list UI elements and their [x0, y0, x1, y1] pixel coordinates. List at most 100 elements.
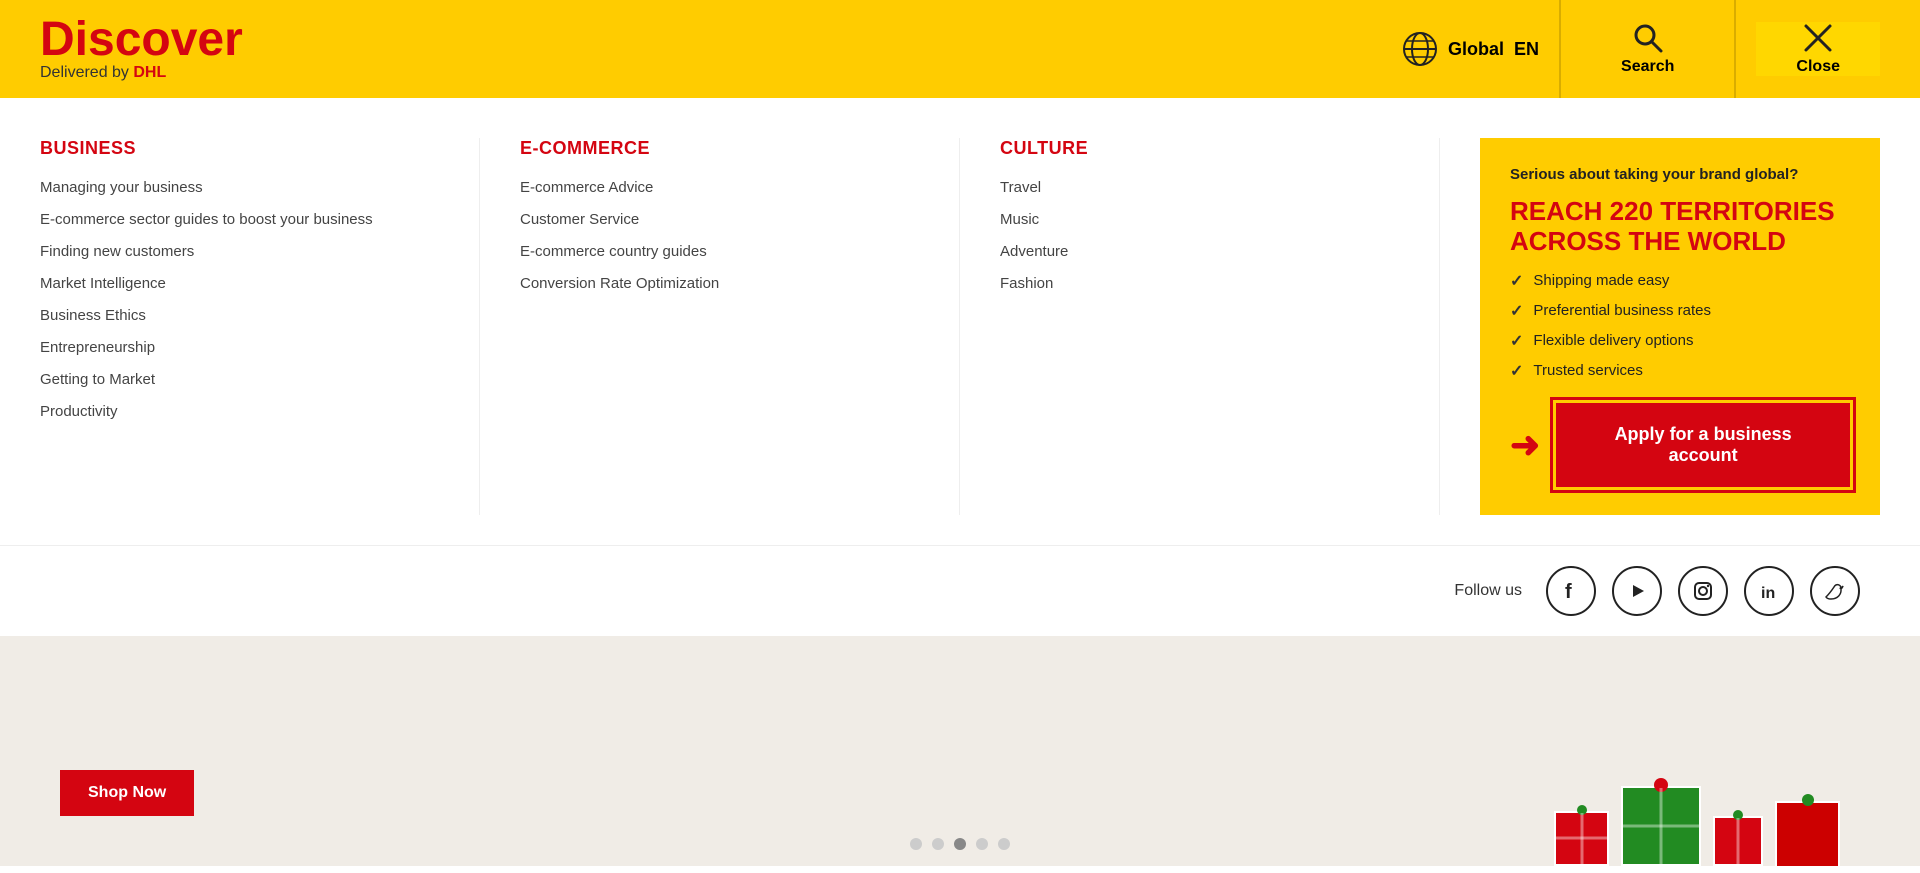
culture-list: Travel Music Adventure Fashion	[1000, 179, 1399, 293]
slider-dot[interactable]	[910, 838, 922, 850]
gift-box-medium	[1775, 801, 1840, 866]
nav-link[interactable]: Fashion	[1000, 275, 1053, 292]
nav-link[interactable]: Adventure	[1000, 243, 1068, 260]
youtube-icon[interactable]	[1612, 566, 1662, 616]
header: Discover Delivered by DHL Global EN Sear…	[0, 0, 1920, 98]
nav-column-ecommerce: E-COMMERCE E-commerce Advice Customer Se…	[480, 138, 960, 515]
promo-checklist: ✓ Shipping made easy ✓ Preferential busi…	[1510, 271, 1850, 381]
list-item[interactable]: Productivity	[40, 403, 439, 421]
logo-delivered: Delivered by DHL	[40, 64, 243, 82]
follow-us-label: Follow us	[1454, 582, 1522, 600]
instagram-icon[interactable]	[1678, 566, 1728, 616]
check-icon: ✓	[1510, 271, 1523, 291]
search-label: Search	[1621, 58, 1674, 76]
dropdown-menu: BUSINESS Managing your business E-commer…	[0, 98, 1920, 546]
nav-link[interactable]: Music	[1000, 211, 1039, 228]
nav-column-culture: CULTURE Travel Music Adventure Fashion	[960, 138, 1440, 515]
check-icon: ✓	[1510, 361, 1523, 381]
promo-cta-row: ➜ Apply for a business account	[1510, 403, 1850, 487]
nav-link[interactable]: Finding new customers	[40, 243, 194, 260]
hero-section: Shop Now	[0, 636, 1920, 866]
nav-link[interactable]: Market Intelligence	[40, 275, 166, 292]
nav-link[interactable]: Managing your business	[40, 179, 203, 196]
gift-box	[1554, 811, 1609, 866]
hero-cta-button[interactable]: Shop Now	[60, 770, 194, 816]
header-divider-2	[1734, 0, 1736, 98]
check-icon: ✓	[1510, 301, 1523, 321]
gift-box-large	[1621, 786, 1701, 866]
nav-link[interactable]: Customer Service	[520, 211, 639, 228]
nav-link[interactable]: E-commerce country guides	[520, 243, 707, 260]
language-selector[interactable]: Global EN	[1402, 31, 1539, 67]
slider-dot[interactable]	[932, 838, 944, 850]
twitter-icon[interactable]	[1810, 566, 1860, 616]
checklist-label: Shipping made easy	[1533, 272, 1669, 289]
checklist-label: Flexible delivery options	[1533, 332, 1693, 349]
checklist-item: ✓ Trusted services	[1510, 361, 1850, 381]
slider-dots	[910, 838, 1010, 850]
slider-dot-active[interactable]	[954, 838, 966, 850]
list-item[interactable]: Conversion Rate Optimization	[520, 275, 919, 293]
nav-link[interactable]: Productivity	[40, 403, 118, 420]
ecommerce-list: E-commerce Advice Customer Service E-com…	[520, 179, 919, 293]
checklist-label: Trusted services	[1533, 362, 1642, 379]
nav-link[interactable]: Business Ethics	[40, 307, 146, 324]
list-item[interactable]: Music	[1000, 211, 1399, 229]
check-icon: ✓	[1510, 331, 1523, 351]
nav-link[interactable]: E-commerce Advice	[520, 179, 653, 196]
globe-icon	[1402, 31, 1438, 67]
list-item[interactable]: Market Intelligence	[40, 275, 439, 293]
checklist-item: ✓ Preferential business rates	[1510, 301, 1850, 321]
list-item[interactable]: Managing your business	[40, 179, 439, 197]
search-section[interactable]: Search	[1581, 22, 1714, 76]
close-section[interactable]: Close	[1756, 22, 1880, 76]
list-item[interactable]: E-commerce Advice	[520, 179, 919, 197]
promo-panel: Serious about taking your brand global? …	[1480, 138, 1880, 515]
checklist-item: ✓ Flexible delivery options	[1510, 331, 1850, 351]
header-divider	[1559, 0, 1561, 98]
list-item[interactable]: Adventure	[1000, 243, 1399, 261]
search-icon	[1632, 22, 1664, 54]
list-item[interactable]: Business Ethics	[40, 307, 439, 325]
business-list: Managing your business E-commerce sector…	[40, 179, 439, 421]
close-icon	[1802, 22, 1834, 54]
nav-link[interactable]: Conversion Rate Optimization	[520, 275, 719, 292]
list-item[interactable]: Travel	[1000, 179, 1399, 197]
list-item[interactable]: Entrepreneurship	[40, 339, 439, 357]
list-item[interactable]: E-commerce country guides	[520, 243, 919, 261]
list-item[interactable]: Fashion	[1000, 275, 1399, 293]
logo[interactable]: Discover Delivered by DHL	[40, 16, 243, 82]
checklist-label: Preferential business rates	[1533, 302, 1711, 319]
facebook-icon[interactable]: f	[1546, 566, 1596, 616]
svg-text:in: in	[1761, 585, 1775, 602]
list-item[interactable]: Finding new customers	[40, 243, 439, 261]
global-label: Global	[1448, 39, 1504, 60]
promo-serious: Serious about taking your brand global?	[1510, 166, 1850, 183]
close-label: Close	[1796, 58, 1840, 76]
header-right: Global EN Search Close	[1402, 0, 1880, 98]
gift-boxes	[1554, 786, 1840, 866]
nav-column-business: BUSINESS Managing your business E-commer…	[40, 138, 480, 515]
logo-discover: Discover	[40, 16, 243, 64]
list-item[interactable]: E-commerce sector guides to boost your b…	[40, 211, 439, 229]
promo-headline: REACH 220 TERRITORIESACROSS THE WORLD	[1510, 197, 1850, 257]
slider-dot[interactable]	[998, 838, 1010, 850]
nav-link[interactable]: Travel	[1000, 179, 1041, 196]
svg-text:f: f	[1565, 581, 1572, 602]
business-title: BUSINESS	[40, 138, 439, 159]
culture-title: CULTURE	[1000, 138, 1399, 159]
list-item[interactable]: Customer Service	[520, 211, 919, 229]
nav-link[interactable]: Getting to Market	[40, 371, 155, 388]
list-item[interactable]: Getting to Market	[40, 371, 439, 389]
apply-business-account-button[interactable]: Apply for a business account	[1556, 403, 1850, 487]
arrow-right-icon: ➜	[1510, 427, 1540, 463]
linkedin-icon[interactable]: in	[1744, 566, 1794, 616]
lang-label: EN	[1514, 39, 1539, 60]
ecommerce-title: E-COMMERCE	[520, 138, 919, 159]
gift-box-small	[1713, 816, 1763, 866]
slider-dot[interactable]	[976, 838, 988, 850]
checklist-item: ✓ Shipping made easy	[1510, 271, 1850, 291]
nav-link[interactable]: Entrepreneurship	[40, 339, 155, 356]
social-bar: Follow us f in	[0, 546, 1920, 636]
nav-link[interactable]: E-commerce sector guides to boost your b…	[40, 211, 373, 228]
